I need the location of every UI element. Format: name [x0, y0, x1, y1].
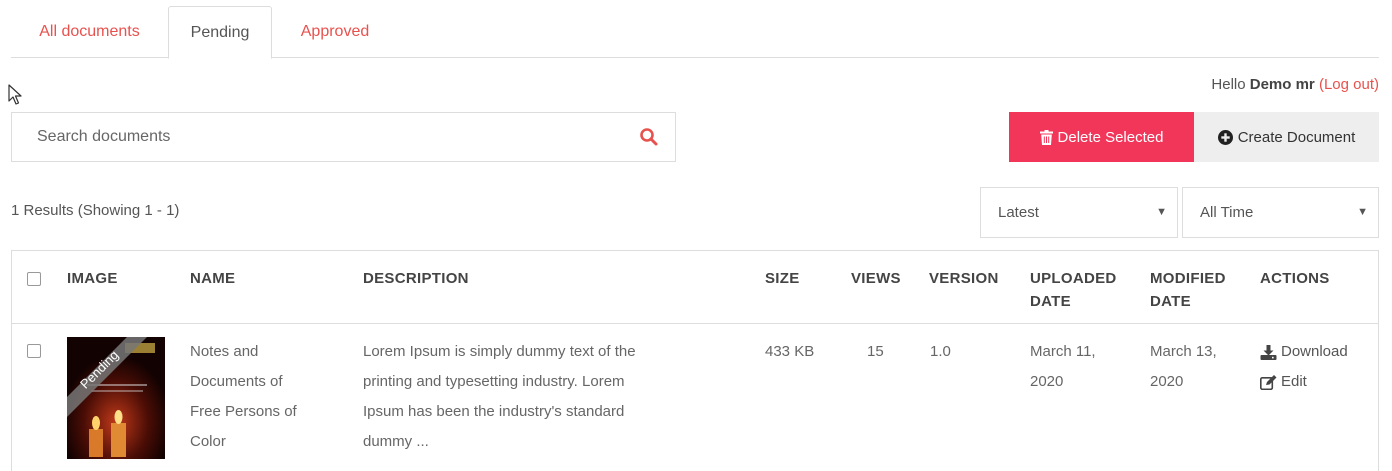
select-all-checkbox[interactable] — [27, 272, 41, 286]
download-link[interactable]: Download — [1260, 337, 1348, 367]
modified-header-line1: MODIFIED — [1150, 270, 1226, 287]
description-line: printing and typesetting industry. Lorem — [363, 373, 625, 390]
documents-table: IMAGE NAME DESCRIPTION SIZE VIEWS VERSIO… — [11, 250, 1379, 471]
tab-bar: All documents Pending Approved — [11, 6, 1379, 59]
edit-icon — [1260, 374, 1277, 390]
logout-link[interactable]: Log out — [1324, 76, 1374, 93]
row-checkbox[interactable] — [27, 344, 41, 358]
sort-select-value: Latest — [998, 204, 1039, 221]
document-name[interactable]: Notes and Documents of Free Persons of C… — [190, 337, 297, 457]
mouse-cursor-icon — [8, 84, 22, 105]
document-thumbnail[interactable]: Pending — [67, 337, 165, 459]
greeting-text: Hello — [1211, 76, 1246, 93]
tab-all-documents[interactable]: All documents — [11, 6, 168, 58]
row-actions: Download Edit — [1260, 337, 1348, 397]
document-name-line: Color — [190, 433, 226, 450]
document-description: Lorem Ipsum is simply dummy text of the … — [363, 337, 636, 457]
download-icon — [1260, 344, 1277, 360]
modified-date-line: 2020 — [1150, 373, 1184, 390]
document-name-line: Documents of — [190, 373, 283, 390]
document-name-line: Notes and — [190, 343, 259, 360]
column-header-description: DESCRIPTION — [363, 270, 469, 287]
sort-select[interactable]: Latest ▼ — [980, 187, 1178, 238]
search-box — [11, 112, 676, 162]
description-line: Lorem Ipsum is simply dummy text of the — [363, 343, 636, 360]
download-label: Download — [1281, 343, 1348, 360]
document-uploaded-date: March 11, 2020 — [1030, 337, 1096, 397]
document-version: 1.0 — [930, 343, 951, 360]
column-header-size: SIZE — [765, 270, 800, 287]
search-icon[interactable] — [639, 127, 659, 147]
create-document-label: Create Document — [1237, 128, 1356, 146]
table-header: IMAGE NAME DESCRIPTION SIZE VIEWS VERSIO… — [12, 251, 1378, 324]
column-header-image: IMAGE — [67, 270, 118, 287]
document-size: 433 KB — [765, 343, 815, 360]
document-views: 15 — [867, 343, 884, 360]
description-line: dummy ... — [363, 433, 429, 450]
tab-pending[interactable]: Pending — [168, 6, 272, 59]
uploaded-date-line: 2020 — [1030, 373, 1064, 390]
period-select[interactable]: All Time ▼ — [1182, 187, 1379, 238]
edit-label: Edit — [1281, 373, 1307, 390]
search-input[interactable] — [12, 113, 612, 161]
delete-selected-button[interactable]: Delete Selected — [1009, 112, 1194, 162]
modified-date-line: March 13, — [1150, 343, 1217, 360]
create-document-button[interactable]: Create Document — [1194, 112, 1379, 162]
column-header-modified-date: MODIFIED DATE — [1150, 267, 1226, 313]
column-header-version: VERSION — [929, 270, 999, 287]
column-header-uploaded-date: UPLOADED DATE — [1030, 267, 1117, 313]
tab-approved[interactable]: Approved — [283, 6, 387, 58]
caret-down-icon: ▼ — [1357, 206, 1368, 218]
edit-link[interactable]: Edit — [1260, 367, 1348, 397]
results-count: 1 Results (Showing 1 - 1) — [11, 202, 180, 219]
user-name: Demo mr — [1249, 76, 1315, 93]
caret-down-icon: ▼ — [1156, 206, 1167, 218]
uploaded-header-line1: UPLOADED — [1030, 270, 1117, 287]
uploaded-header-line2: DATE — [1030, 293, 1071, 310]
trash-icon — [1039, 129, 1053, 145]
column-header-views: VIEWS — [851, 270, 901, 287]
column-header-actions: ACTIONS — [1260, 270, 1330, 287]
user-greeting: Hello Demo mr (Log out) — [1211, 76, 1379, 93]
plus-circle-icon — [1217, 129, 1233, 145]
uploaded-date-line: March 11, — [1030, 343, 1096, 360]
column-header-name: NAME — [190, 270, 236, 287]
document-name-line: Free Persons of — [190, 403, 297, 420]
paren-close: ) — [1374, 76, 1379, 93]
period-select-value: All Time — [1200, 204, 1254, 221]
description-line: Ipsum has been the industry's standard — [363, 403, 625, 420]
modified-header-line2: DATE — [1150, 293, 1191, 310]
document-modified-date: March 13, 2020 — [1150, 337, 1217, 397]
delete-selected-label: Delete Selected — [1057, 128, 1164, 146]
